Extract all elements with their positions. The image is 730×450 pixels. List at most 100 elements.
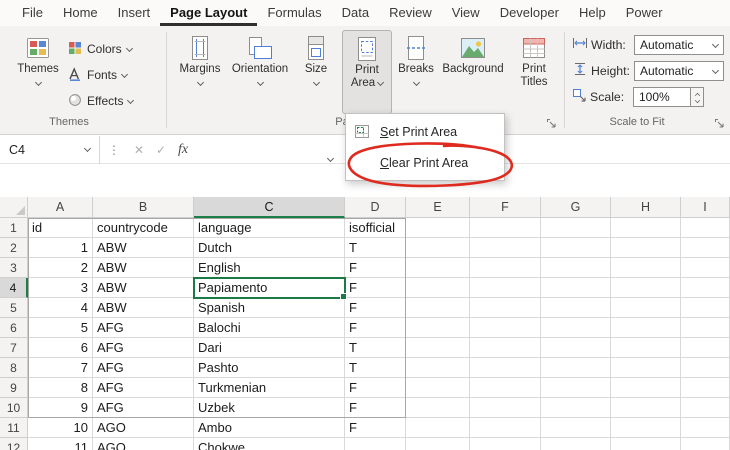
- tab-view[interactable]: View: [442, 0, 490, 26]
- cell-e3[interactable]: [406, 258, 470, 278]
- cell-i9[interactable]: [681, 378, 730, 398]
- menu-item-clear-print-area[interactable]: Clear Print Area: [346, 147, 504, 178]
- cell-b6[interactable]: AFG: [93, 318, 194, 338]
- cell-a10[interactable]: 9: [28, 398, 93, 418]
- theme-effects-button[interactable]: Effects: [64, 90, 137, 112]
- cell-c5[interactable]: Spanish: [194, 298, 345, 318]
- row-header-4[interactable]: 4: [0, 278, 28, 298]
- cell-i4[interactable]: [681, 278, 730, 298]
- cell-d8[interactable]: T: [345, 358, 406, 378]
- cell-c2[interactable]: Dutch: [194, 238, 345, 258]
- confirm-icon[interactable]: ✓: [150, 143, 172, 157]
- cell-f3[interactable]: [470, 258, 541, 278]
- insert-function-icon[interactable]: fx: [178, 142, 188, 158]
- cell-d11[interactable]: F: [345, 418, 406, 438]
- cell-d1[interactable]: isofficial: [345, 218, 406, 238]
- cell-c1[interactable]: language: [194, 218, 345, 238]
- column-header-b[interactable]: B: [93, 197, 194, 218]
- cell-b12[interactable]: AGO: [93, 438, 194, 450]
- cell-b10[interactable]: AFG: [93, 398, 194, 418]
- cell-i5[interactable]: [681, 298, 730, 318]
- cell-b4[interactable]: ABW: [93, 278, 194, 298]
- tab-file[interactable]: File: [12, 0, 53, 26]
- cell-f7[interactable]: [470, 338, 541, 358]
- cell-b7[interactable]: AFG: [93, 338, 194, 358]
- cell-e8[interactable]: [406, 358, 470, 378]
- cell-h4[interactable]: [611, 278, 681, 298]
- formula-bar-handle[interactable]: ⋮: [108, 143, 120, 157]
- row-header-5[interactable]: 5: [0, 298, 28, 318]
- column-header-h[interactable]: H: [611, 197, 681, 218]
- cell-d6[interactable]: F: [345, 318, 406, 338]
- cell-c10[interactable]: Uzbek: [194, 398, 345, 418]
- cell-d2[interactable]: T: [345, 238, 406, 258]
- cell-g7[interactable]: [541, 338, 611, 358]
- column-header-f[interactable]: F: [470, 197, 541, 218]
- cell-g3[interactable]: [541, 258, 611, 278]
- cell-c4[interactable]: Papiamento: [194, 278, 345, 298]
- cell-c12[interactable]: Chokwe: [194, 438, 345, 450]
- cell-a9[interactable]: 8: [28, 378, 93, 398]
- name-box[interactable]: C4: [0, 136, 100, 164]
- column-header-g[interactable]: G: [541, 197, 611, 218]
- cell-b2[interactable]: ABW: [93, 238, 194, 258]
- cell-d4[interactable]: F: [345, 278, 406, 298]
- cell-h3[interactable]: [611, 258, 681, 278]
- cell-i12[interactable]: [681, 438, 730, 450]
- scale-spinner[interactable]: [691, 87, 704, 107]
- cell-h12[interactable]: [611, 438, 681, 450]
- cell-c9[interactable]: Turkmenian: [194, 378, 345, 398]
- column-header-a[interactable]: A: [28, 197, 93, 218]
- cell-e12[interactable]: [406, 438, 470, 450]
- cell-e10[interactable]: [406, 398, 470, 418]
- cell-g2[interactable]: [541, 238, 611, 258]
- tab-power[interactable]: Power: [616, 0, 673, 26]
- cell-f9[interactable]: [470, 378, 541, 398]
- cell-a12[interactable]: 11: [28, 438, 93, 450]
- breaks-button[interactable]: Breaks: [394, 30, 438, 114]
- cell-f6[interactable]: [470, 318, 541, 338]
- cell-b1[interactable]: countrycode: [93, 218, 194, 238]
- cell-b3[interactable]: ABW: [93, 258, 194, 278]
- cell-c3[interactable]: English: [194, 258, 345, 278]
- cell-e6[interactable]: [406, 318, 470, 338]
- cell-b5[interactable]: ABW: [93, 298, 194, 318]
- cell-f8[interactable]: [470, 358, 541, 378]
- cell-g8[interactable]: [541, 358, 611, 378]
- tab-formulas[interactable]: Formulas: [257, 0, 331, 26]
- menu-item-set-print-area[interactable]: Set Print Area: [346, 116, 504, 147]
- cell-i6[interactable]: [681, 318, 730, 338]
- row-header-9[interactable]: 9: [0, 378, 28, 398]
- cell-h1[interactable]: [611, 218, 681, 238]
- tab-data[interactable]: Data: [332, 0, 379, 26]
- cell-g4[interactable]: [541, 278, 611, 298]
- margins-button[interactable]: Margins: [174, 30, 226, 114]
- cell-g1[interactable]: [541, 218, 611, 238]
- cell-h7[interactable]: [611, 338, 681, 358]
- cell-i11[interactable]: [681, 418, 730, 438]
- cell-a8[interactable]: 7: [28, 358, 93, 378]
- cell-d10[interactable]: F: [345, 398, 406, 418]
- cell-g9[interactable]: [541, 378, 611, 398]
- cell-d9[interactable]: F: [345, 378, 406, 398]
- tab-insert[interactable]: Insert: [108, 0, 161, 26]
- cell-g11[interactable]: [541, 418, 611, 438]
- cell-h9[interactable]: [611, 378, 681, 398]
- cell-e1[interactable]: [406, 218, 470, 238]
- row-header-3[interactable]: 3: [0, 258, 28, 278]
- cell-e5[interactable]: [406, 298, 470, 318]
- cell-b9[interactable]: AFG: [93, 378, 194, 398]
- cell-d7[interactable]: T: [345, 338, 406, 358]
- tab-review[interactable]: Review: [379, 0, 442, 26]
- cell-h10[interactable]: [611, 398, 681, 418]
- cell-a11[interactable]: 10: [28, 418, 93, 438]
- cell-i1[interactable]: [681, 218, 730, 238]
- cell-f5[interactable]: [470, 298, 541, 318]
- background-button[interactable]: Background: [440, 30, 506, 114]
- cell-f1[interactable]: [470, 218, 541, 238]
- tab-home[interactable]: Home: [53, 0, 108, 26]
- cell-a5[interactable]: 4: [28, 298, 93, 318]
- row-header-11[interactable]: 11: [0, 418, 28, 438]
- cell-e7[interactable]: [406, 338, 470, 358]
- scale-input[interactable]: 100%: [633, 87, 691, 107]
